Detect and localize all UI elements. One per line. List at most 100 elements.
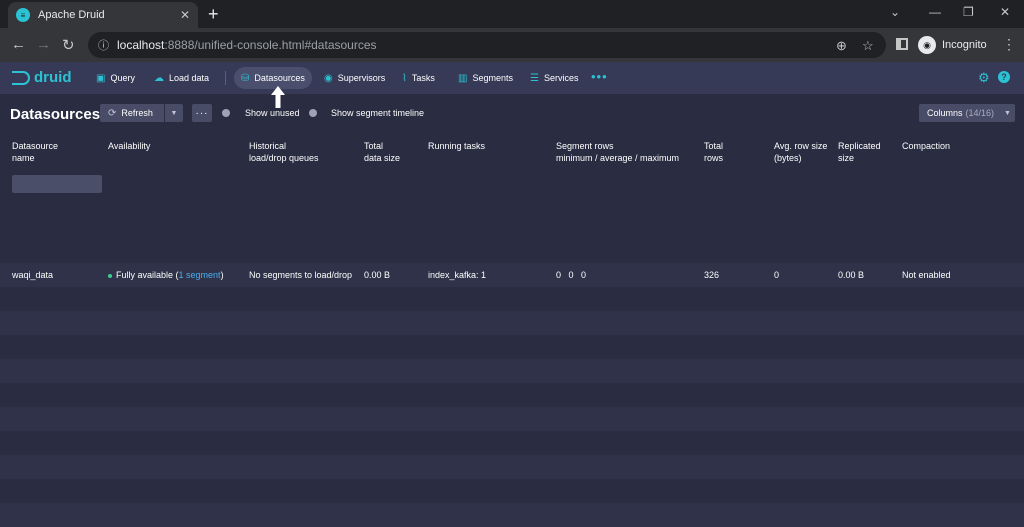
col-header-total-rows[interactable]: Total rows	[704, 140, 723, 164]
cell-data-size: 0.00 B	[364, 270, 391, 280]
col-header-avg-row-size[interactable]: Avg. row size (bytes)	[774, 140, 827, 164]
show-unused-toggle[interactable]	[222, 109, 230, 117]
nav-segments[interactable]: ▥ Segments	[451, 67, 520, 89]
url-host: localhost	[117, 38, 165, 52]
close-tab-icon[interactable]: ✕	[180, 8, 190, 22]
nav-datasources-label: Datasources	[254, 73, 305, 83]
side-panel-icon[interactable]	[896, 38, 908, 50]
druid-logo[interactable]: druid	[12, 69, 72, 86]
empty-row	[0, 479, 1024, 503]
col-header-compaction[interactable]: Compaction	[902, 140, 950, 152]
url-path: :8888/unified-console.html#datasources	[164, 38, 377, 52]
view-controls: Datasources ⟳ Refresh ▼ ··· Show unused …	[0, 94, 1024, 132]
col-header-datasource[interactable]: Datasource name	[12, 140, 58, 164]
show-timeline-toggle[interactable]	[309, 109, 317, 117]
refresh-options-caret-icon[interactable]: ▼	[165, 104, 183, 122]
empty-row	[0, 455, 1024, 479]
incognito-label: Incognito	[942, 39, 987, 51]
empty-row	[0, 287, 1024, 311]
columns-count: (14/16)	[965, 108, 995, 118]
tab-title: Apache Druid	[38, 9, 105, 21]
datasources-icon: ⛁	[241, 72, 250, 84]
site-info-icon[interactable]: ⓘ	[98, 37, 109, 53]
incognito-profile[interactable]: ◉ Incognito	[918, 36, 987, 54]
nav-segments-label: Segments	[472, 73, 513, 83]
refresh-label: Refresh	[121, 108, 153, 118]
empty-row	[0, 431, 1024, 455]
cell-compaction[interactable]: Not enabled	[902, 270, 951, 280]
druid-favicon-icon: ≡	[16, 8, 30, 22]
empty-row	[0, 359, 1024, 383]
chevron-down-icon: ▼	[1004, 109, 1011, 117]
segments-link[interactable]: 1 segment	[179, 270, 221, 280]
col-header-running-tasks[interactable]: Running tasks	[428, 140, 485, 152]
browser-tabstrip: ≡ Apache Druid ✕ + ⌄ — ❐ ✕	[0, 0, 1024, 28]
query-icon: ▣	[96, 72, 106, 84]
nav-query-label: Query	[110, 73, 135, 83]
show-unused-label[interactable]: Show unused	[245, 108, 300, 118]
columns-label: Columns	[927, 108, 963, 118]
nav-query[interactable]: ▣ Query	[89, 67, 142, 89]
empty-row	[0, 311, 1024, 335]
reload-icon[interactable]: ↻	[62, 36, 75, 54]
col-header-availability[interactable]: Availability	[108, 140, 150, 152]
gear-icon[interactable]: ⚙	[978, 70, 990, 86]
nav-load-data-label: Load data	[169, 73, 210, 83]
datasource-filter-input[interactable]	[12, 175, 102, 193]
nav-divider	[225, 71, 226, 85]
datasources-table: Datasource name Availability Historical lo…	[0, 132, 1024, 527]
empty-row	[0, 383, 1024, 407]
col-header-total-data-size[interactable]: Total data size	[364, 140, 400, 164]
cell-replicated-size: 0.00 B	[838, 270, 865, 280]
browser-menu-icon[interactable]: ⋮	[1002, 36, 1016, 53]
tab-search-icon[interactable]: ⌄	[890, 5, 900, 19]
nav-more-icon[interactable]: •••	[591, 69, 608, 84]
cell-datasource-name[interactable]: waqi_data	[12, 270, 53, 280]
more-actions-button[interactable]: ···	[192, 104, 212, 122]
back-icon[interactable]: ←	[11, 36, 26, 53]
refresh-button[interactable]: ⟳ Refresh	[100, 104, 164, 122]
top-navbar: druid ▣ Query ☁ Load data ⛁ Datasources …	[0, 62, 1024, 94]
col-header-segment-rows[interactable]: Segment rows minimum / average / maximum	[556, 140, 679, 164]
nav-tasks[interactable]: ⌇ Tasks	[395, 67, 442, 89]
cell-segment-rows: 0 0 0	[556, 270, 587, 280]
refresh-icon: ⟳	[108, 107, 117, 119]
services-icon: ☰	[530, 72, 539, 84]
available-status-icon	[108, 273, 112, 278]
col-header-replicated-size[interactable]: Replicated size	[838, 140, 881, 164]
load-data-icon: ☁	[154, 72, 164, 84]
help-icon[interactable]: ?	[998, 71, 1010, 83]
logo-text: druid	[34, 69, 72, 86]
empty-row	[0, 407, 1024, 431]
col-header-historical[interactable]: Historical load/drop queues	[249, 140, 319, 164]
empty-row	[0, 335, 1024, 359]
browser-tab[interactable]: ≡ Apache Druid ✕	[8, 2, 198, 28]
nav-load-data[interactable]: ☁ Load data	[147, 67, 216, 89]
zoom-icon[interactable]: ⊕	[836, 38, 847, 54]
window-close-icon[interactable]: ✕	[1000, 5, 1010, 19]
cell-avg-row-size: 0	[774, 270, 780, 280]
new-tab-icon[interactable]: +	[208, 4, 219, 25]
druid-console: druid ▣ Query ☁ Load data ⛁ Datasources …	[0, 62, 1024, 527]
incognito-icon: ◉	[918, 36, 936, 54]
cell-queues: No segments to load/drop	[249, 270, 353, 280]
forward-icon[interactable]: →	[36, 36, 51, 53]
cell-availability: Fully available (1 segment)	[108, 270, 224, 280]
nav-supervisors[interactable]: ◉ Supervisors	[317, 67, 392, 89]
show-timeline-label[interactable]: Show segment timeline	[331, 108, 424, 118]
minimize-icon[interactable]: —	[929, 5, 941, 19]
table-row[interactable]: waqi_data Fully available (1 segment) No…	[0, 263, 1024, 287]
restore-icon[interactable]: ❐	[963, 5, 974, 19]
columns-picker-button[interactable]: Columns (14/16) ▼	[919, 104, 1015, 122]
tasks-icon: ⌇	[402, 72, 407, 84]
nav-tasks-label: Tasks	[411, 73, 435, 83]
supervisors-icon: ◉	[324, 72, 333, 84]
segments-icon: ▥	[458, 72, 468, 84]
nav-supervisors-label: Supervisors	[337, 73, 386, 83]
address-bar[interactable]: ⓘ localhost :8888/unified-console.html#d…	[88, 32, 886, 58]
browser-toolbar: ← → ↻ ⓘ localhost :8888/unified-console.…	[0, 28, 1024, 62]
druid-logo-icon	[12, 70, 30, 85]
cell-running-tasks[interactable]: index_kafka: 1	[428, 270, 486, 280]
nav-services[interactable]: ☰ Services	[523, 67, 585, 89]
bookmark-star-icon[interactable]: ☆	[862, 38, 874, 54]
